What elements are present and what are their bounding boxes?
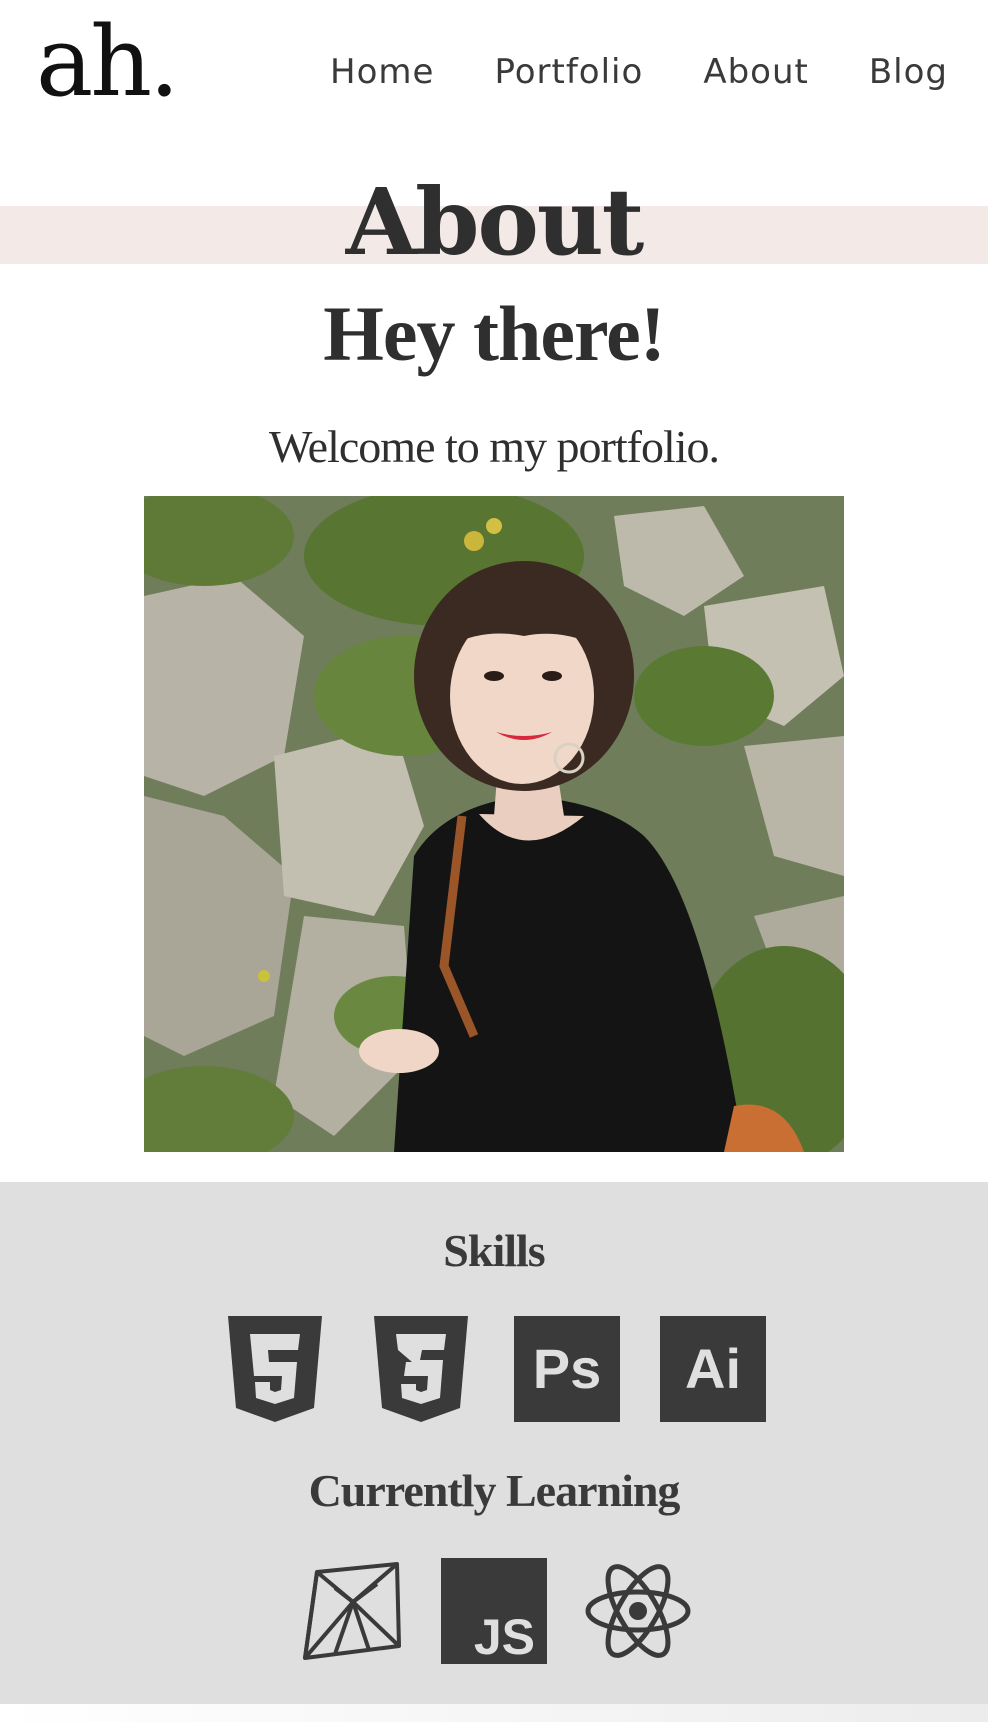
- illustrator-label: Ai: [685, 1337, 741, 1400]
- main-nav: Home Portfolio About Blog: [330, 52, 948, 92]
- site-header: ah. Home Portfolio About Blog: [0, 0, 988, 160]
- photoshop-label: Ps: [533, 1337, 602, 1400]
- illustrator-icon: Ai: [660, 1316, 766, 1422]
- page-bottom-edge: [0, 1704, 988, 1722]
- photoshop-icon: Ps: [514, 1316, 620, 1422]
- skills-heading: Skills: [443, 1225, 545, 1276]
- site-logo[interactable]: ah.: [36, 14, 180, 110]
- page-title: About: [345, 168, 644, 276]
- ruby-icon: [297, 1558, 403, 1664]
- learning-heading: Currently Learning: [308, 1465, 681, 1516]
- nav-blog-link[interactable]: Blog: [869, 52, 948, 92]
- javascript-label: JS: [474, 1609, 535, 1664]
- greeting-heading: Hey there!: [323, 290, 666, 377]
- welcome-text: Welcome to my portfolio.: [268, 421, 720, 472]
- react-icon: [585, 1558, 691, 1664]
- learning-icon-row: JS: [0, 1558, 988, 1664]
- nav-about-link[interactable]: About: [703, 52, 809, 92]
- skills-icon-row: Ps Ai: [0, 1316, 988, 1422]
- css3-icon: [368, 1316, 474, 1422]
- profile-photo: [144, 496, 844, 1152]
- html5-icon: [222, 1316, 328, 1422]
- javascript-icon: JS: [441, 1558, 547, 1664]
- nav-home-link[interactable]: Home: [330, 52, 434, 92]
- nav-portfolio-link[interactable]: Portfolio: [494, 52, 643, 92]
